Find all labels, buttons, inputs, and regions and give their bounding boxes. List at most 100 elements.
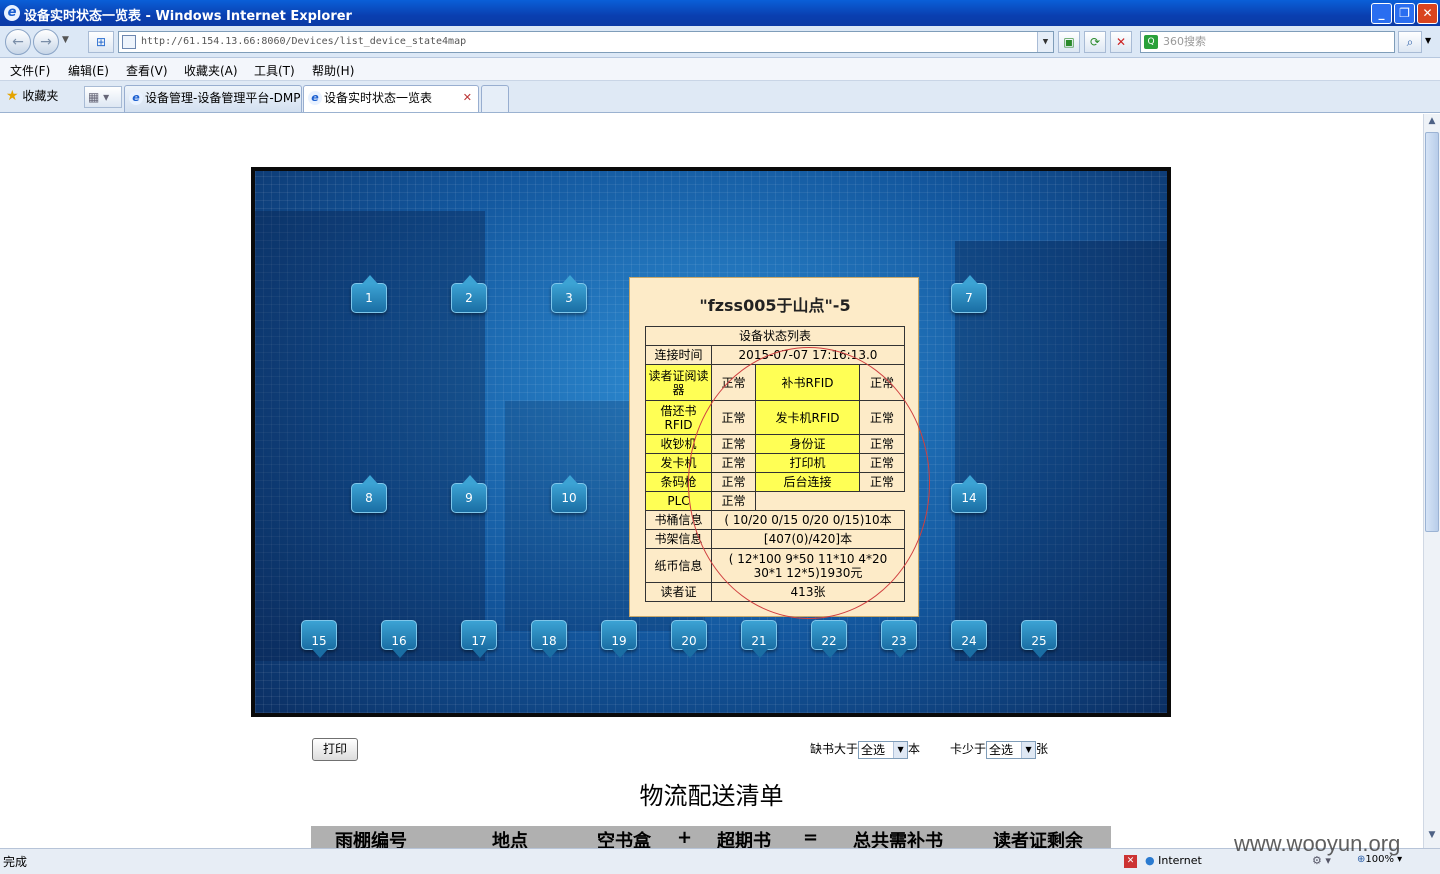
device-status: 正常 [859,472,905,492]
blocked-icon[interactable]: ✕ [1124,855,1137,868]
new-tab-button[interactable] [481,85,509,112]
back-button[interactable]: ← [5,29,31,55]
title-bar: e 设备实时状态一览表 - Windows Internet Explorer … [0,0,1440,26]
tab-bar: ★ 收藏夹 ▦ ▾ e 设备管理-设备管理平台-DMP e 设备实时状态一览表 … [0,81,1440,113]
connect-time-value: 2015-07-07 17:16:13.0 [711,345,905,365]
forward-button[interactable]: → [33,29,59,55]
scroll-thumb[interactable] [1425,132,1439,532]
map-pin[interactable]: 24 [951,620,987,658]
security-zone[interactable]: ● Internet [1145,854,1202,867]
address-dropdown-icon[interactable]: ▼ [1037,32,1053,52]
globe-icon: ● [1145,854,1155,867]
info-label: 书架信息 [645,529,712,549]
menu-view[interactable]: 查看(V) [126,62,168,79]
device-status: 正常 [859,453,905,473]
status-text: 完成 [3,855,28,869]
info-value: 413张 [711,582,905,602]
map-pin[interactable]: 21 [741,620,777,658]
plc-status: 正常 [711,491,756,511]
device-status: 正常 [711,453,756,473]
vertical-scrollbar[interactable]: ▲ ▼ [1423,114,1440,848]
map-pin[interactable]: 18 [531,620,567,658]
map-pin[interactable]: 10 [551,475,587,513]
filter-cards: 卡少于 全选 ▼ 张 [950,740,1049,759]
map-pin[interactable]: 8 [351,475,387,513]
info-label: 书桶信息 [645,510,712,530]
search-options-icon[interactable]: ▼ [1425,36,1431,45]
map-pin[interactable]: 23 [881,620,917,658]
info-value: ( 12*100 9*50 11*10 4*20 30*1 12*5)1930元 [711,548,905,583]
new-tab-icon[interactable]: ⊞ [88,31,114,53]
plc-label: PLC [645,491,712,511]
menu-bar: 文件(F) 编辑(E) 查看(V) 收藏夹(A) 工具(T) 帮助(H) [0,58,1440,81]
map-pin[interactable]: 17 [461,620,497,658]
status-bar: 完成 ✕ ● Internet ⚙ ▾ ⊕100% ▾ [0,848,1440,874]
close-button[interactable]: ✕ [1417,3,1438,24]
star-icon: ★ [6,88,19,104]
device-status: 正常 [859,364,905,401]
ie-page-icon: e [308,91,322,105]
column-header: + [677,827,693,848]
map-background-building [955,241,1167,661]
quick-tabs-icon[interactable]: ▦ ▾ [84,86,122,108]
search-icon[interactable]: ⌕ [1398,31,1422,53]
device-status: 正常 [859,400,905,435]
refresh-icon[interactable]: ⟳ [1084,31,1106,53]
scroll-up-icon[interactable]: ▲ [1425,116,1439,132]
window-title: 设备实时状态一览表 - Windows Internet Explorer [24,9,352,24]
address-toolbar: ← → ▼ ⊞ http://61.154.13.66:8060/Devices… [0,26,1440,58]
info-label: 读者证 [645,582,712,602]
map-pin[interactable]: 9 [451,475,487,513]
scroll-down-icon[interactable]: ▼ [1425,830,1439,846]
tab-device-management[interactable]: e 设备管理-设备管理平台-DMP [124,85,302,112]
menu-favorites[interactable]: 收藏夹(A) [184,62,238,79]
device-status: 正常 [711,472,756,492]
history-dropdown-icon[interactable]: ▼ [62,35,69,45]
menu-edit[interactable]: 编辑(E) [68,62,109,79]
delivery-table-header: 雨棚编号 地点 空书盒 + 超期书 = 总共需补书 读者证剩余 [311,826,1111,848]
chevron-down-icon: ▼ [1021,741,1036,758]
map-pin[interactable]: 7 [951,275,987,313]
tab-close-icon[interactable]: ✕ [463,86,472,110]
device-label: 借还书RFID [645,400,712,435]
missing-books-select[interactable]: 全选 ▼ [858,740,909,759]
map-pin[interactable]: 22 [811,620,847,658]
popup-title: "fzss005于山点"-5 [699,296,851,315]
map-pin[interactable]: 1 [351,275,387,313]
cards-select[interactable]: 全选 ▼ [986,740,1037,759]
search-input[interactable]: Q 360搜索 [1140,31,1395,53]
map-pin[interactable]: 16 [381,620,417,658]
map-pin[interactable]: 15 [301,620,337,658]
maximize-button[interactable]: ❐ [1394,3,1415,24]
info-value: ( 10/20 0/15 0/20 0/15)10本 [711,510,905,530]
device-label: 条码枪 [645,472,712,492]
map-pin[interactable]: 25 [1021,620,1057,658]
map-pin[interactable]: 14 [951,475,987,513]
map-pin[interactable]: 20 [671,620,707,658]
menu-tools[interactable]: 工具(T) [254,62,295,79]
filter-missing-books: 缺书大于 全选 ▼ 本 [810,740,921,759]
device-label: 打印机 [755,453,860,473]
print-button[interactable]: 打印 [312,738,358,761]
device-label: 后台连接 [755,472,860,492]
stop-icon[interactable]: ✕ [1110,31,1132,53]
minimize-button[interactable]: _ [1371,3,1392,24]
list-title: 物流配送清单 [639,782,784,810]
column-header: 总共需补书 [853,831,943,848]
empty-cell [756,492,905,511]
map-pin[interactable]: 3 [551,275,587,313]
info-label: 纸币信息 [645,548,712,583]
menu-file[interactable]: 文件(F) [10,62,50,79]
search-engine-icon: Q [1144,35,1158,49]
tab-device-status[interactable]: e 设备实时状态一览表 ✕ [303,85,479,112]
menu-help[interactable]: 帮助(H) [312,62,354,79]
watermark: www.wooyun.org [1234,831,1401,856]
ie-page-icon: e [129,91,143,105]
map-pin[interactable]: 2 [451,275,487,313]
column-header: 雨棚编号 [335,831,407,848]
address-input[interactable]: http://61.154.13.66:8060/Devices/list_de… [118,31,1054,53]
device-label: 发卡机 [645,453,712,473]
map-pin[interactable]: 19 [601,620,637,658]
compat-view-icon[interactable]: ▣ [1058,31,1080,53]
favorites-button[interactable]: ★ 收藏夹 [6,87,58,104]
